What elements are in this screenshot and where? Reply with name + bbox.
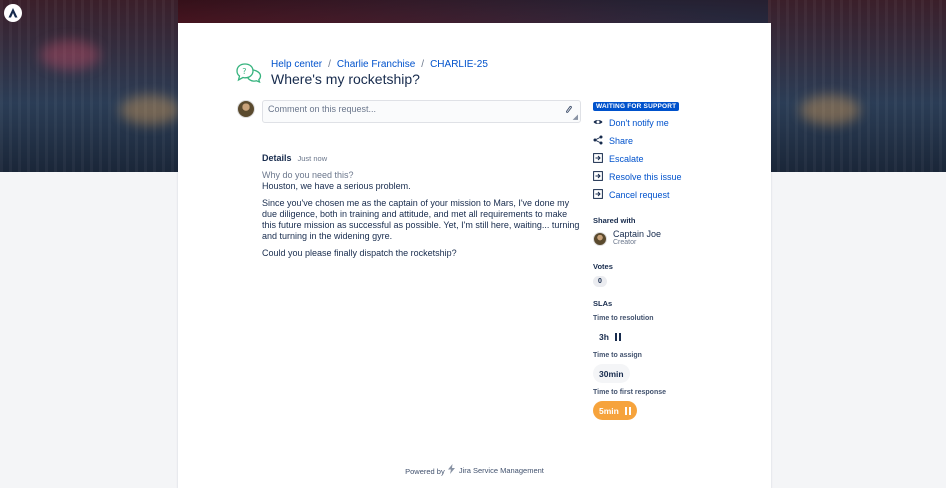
escalate-label: Escalate [609,154,644,164]
avatar [237,100,255,118]
avatar [593,231,607,246]
sla-label: Time to first response [593,389,667,396]
banner-glow [800,95,860,125]
product-link[interactable]: Jira Service Management [459,466,544,475]
sla-value: 5min [599,405,619,416]
sla-time-to-first-response: 5min [593,401,637,420]
breadcrumb-separator: / [421,59,425,70]
breadcrumb-project[interactable]: Charlie Franchise [337,59,415,70]
resize-handle-icon[interactable]: ◢ [573,113,578,121]
sla-label: Time to assign [593,352,642,359]
request-details: Details Just now Why do you need this? H… [262,153,582,265]
footer: Powered by Jira Service Management [178,464,771,476]
pause-icon [614,332,621,341]
banner-glow [120,95,180,125]
powered-by-text: Powered by [405,467,445,476]
comment-input[interactable]: Comment on this request... ◢ [262,100,581,123]
slas-title: SLAs [593,299,613,308]
sla-value: 30min [599,368,624,379]
details-timestamp: Just now [297,154,328,163]
details-paragraph: Houston, we have a serious problem. [262,181,411,191]
participant-role: Creator [613,239,637,246]
status-badge: WAITING FOR SUPPORT [593,102,680,111]
cancel-icon [593,189,603,201]
sla-time-to-resolution: 3h [593,327,627,346]
participant-name: Captain Joe [613,229,662,239]
share-button[interactable]: Share [593,132,743,150]
sla-value: 3h [599,331,609,342]
sla-time-to-assign: 30min [593,364,630,383]
cancel-request-button[interactable]: Cancel request [593,186,743,204]
details-paragraph: Could you please finally dispatch the ro… [262,248,457,258]
breadcrumb: Help center / Charlie Franchise / CHARLI… [271,59,488,70]
request-card: ? Help center / Charlie Franchise / CHAR… [178,23,771,488]
dont-notify-label: Don't notify me [609,118,669,128]
resolve-label: Resolve this issue [609,172,682,182]
details-question: Why do you need this? [262,170,354,180]
pause-icon [624,406,631,415]
breadcrumb-issue-key[interactable]: CHARLIE-25 [430,59,488,70]
resolve-issue-button[interactable]: Resolve this issue [593,168,743,186]
cancel-label: Cancel request [609,190,670,200]
request-sidebar: WAITING FOR SUPPORT Don't notify me Shar… [593,100,743,420]
details-paragraph: Since you've chosen me as the captain of… [262,198,580,241]
banner-image-right [768,0,946,172]
escalate-icon [593,153,603,165]
votes-section: Votes 0 [593,262,743,287]
share-icon [593,135,603,147]
slas-section: SLAs Time to resolution 3h Time to assig… [593,299,743,420]
request-actions: Don't notify me Share Escalate Resolve t… [593,114,743,204]
breadcrumb-separator: / [328,59,331,70]
atlassian-logo-icon[interactable] [4,4,22,22]
comment-placeholder: Comment on this request... [268,104,377,114]
page-title: Where's my rocketship? [271,71,420,87]
jira-lightning-icon [447,464,456,476]
sla-label: Time to resolution [593,315,654,322]
eye-icon [593,117,603,129]
votes-count: 0 [593,276,607,287]
banner-image-left [0,0,178,172]
svg-text:?: ? [242,67,246,76]
share-label: Share [609,136,634,146]
shared-with-section: Shared with Captain Joe Creator [593,216,743,247]
banner-glow [40,40,100,70]
help-bubble-icon: ? [236,63,262,88]
escalate-button[interactable]: Escalate [593,150,743,168]
resolve-icon [593,171,603,183]
dont-notify-button[interactable]: Don't notify me [593,114,743,132]
shared-with-title: Shared with [593,216,636,225]
details-label: Details [262,153,292,163]
breadcrumb-help-center[interactable]: Help center [271,59,322,70]
votes-title: Votes [593,262,613,271]
